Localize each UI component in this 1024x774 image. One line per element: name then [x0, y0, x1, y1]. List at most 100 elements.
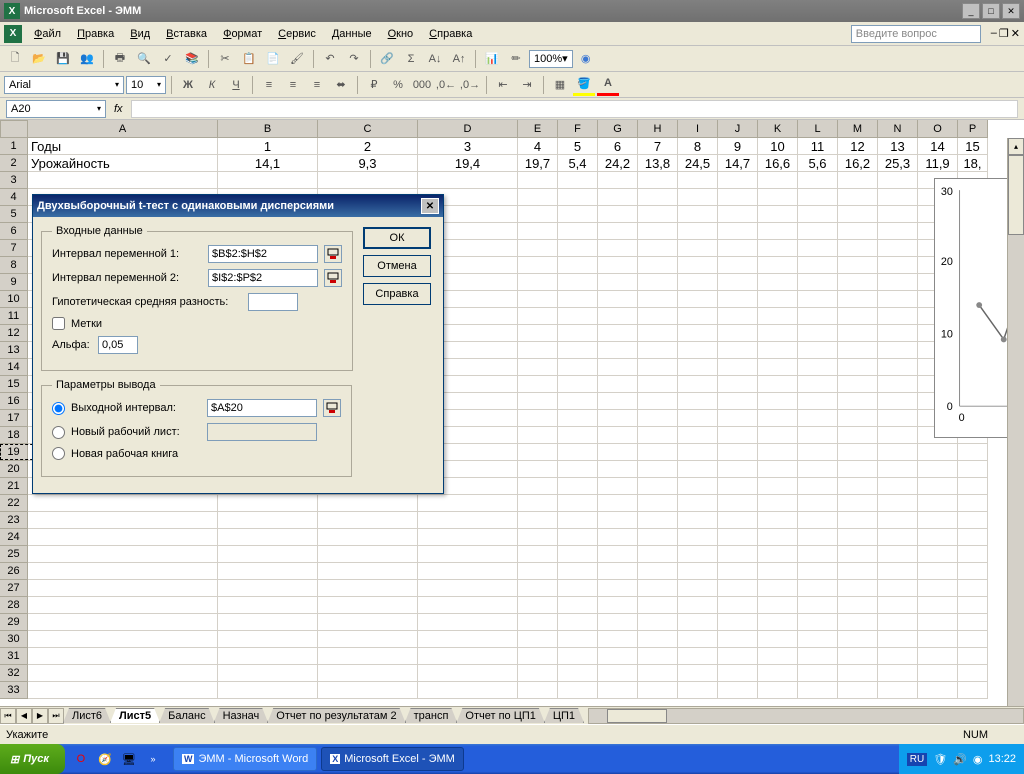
cell-C26[interactable]: [318, 563, 418, 580]
cell-B23[interactable]: [218, 512, 318, 529]
cell-E32[interactable]: [518, 665, 558, 682]
cell-N10[interactable]: [878, 291, 918, 308]
col-header-F[interactable]: F: [558, 120, 598, 138]
cell-I13[interactable]: [678, 342, 718, 359]
cell-J33[interactable]: [718, 682, 758, 699]
currency-icon[interactable]: ₽: [363, 74, 385, 96]
cell-O27[interactable]: [918, 580, 958, 597]
cell-P26[interactable]: [958, 563, 988, 580]
cell-I5[interactable]: [678, 206, 718, 223]
tab-first-icon[interactable]: ⏮: [0, 708, 16, 724]
cell-O20[interactable]: [918, 461, 958, 478]
dialog-close-button[interactable]: ✕: [421, 198, 439, 214]
cell-P19[interactable]: [958, 444, 988, 461]
cell-G21[interactable]: [598, 478, 638, 495]
row-header-32[interactable]: 32: [0, 665, 28, 682]
underline-icon[interactable]: Ч: [225, 74, 247, 96]
cell-J24[interactable]: [718, 529, 758, 546]
cell-I4[interactable]: [678, 189, 718, 206]
cell-G11[interactable]: [598, 308, 638, 325]
tray-shield-icon[interactable]: 🛡: [933, 753, 947, 766]
cell-H9[interactable]: [638, 274, 678, 291]
save-icon[interactable]: 💾: [52, 48, 74, 70]
cell-A24[interactable]: [28, 529, 218, 546]
taskbar-item[interactable]: XMicrosoft Excel - ЭММ: [321, 747, 464, 771]
cell-M24[interactable]: [838, 529, 878, 546]
col-header-O[interactable]: O: [918, 120, 958, 138]
cell-E1[interactable]: 4: [518, 138, 558, 155]
sheet-tab-ЦП1[interactable]: ЦП1: [544, 708, 584, 723]
cell-H7[interactable]: [638, 240, 678, 257]
cell-I6[interactable]: [678, 223, 718, 240]
cell-K6[interactable]: [758, 223, 798, 240]
cell-C32[interactable]: [318, 665, 418, 682]
cell-H26[interactable]: [638, 563, 678, 580]
sort-asc-icon[interactable]: A↓: [424, 48, 446, 70]
row-header-27[interactable]: 27: [0, 580, 28, 597]
cell-D1[interactable]: 3: [418, 138, 518, 155]
cell-H22[interactable]: [638, 495, 678, 512]
cell-N12[interactable]: [878, 325, 918, 342]
cell-B33[interactable]: [218, 682, 318, 699]
cell-H15[interactable]: [638, 376, 678, 393]
cell-I12[interactable]: [678, 325, 718, 342]
mdi-minimize-button[interactable]: –: [991, 27, 997, 40]
cell-O32[interactable]: [918, 665, 958, 682]
cell-P24[interactable]: [958, 529, 988, 546]
cell-I17[interactable]: [678, 410, 718, 427]
cell-D25[interactable]: [418, 546, 518, 563]
sheet-tab-Отчет по результатам 2[interactable]: Отчет по результатам 2: [267, 708, 405, 723]
col-header-L[interactable]: L: [798, 120, 838, 138]
cell-I3[interactable]: [678, 172, 718, 189]
cell-D31[interactable]: [418, 648, 518, 665]
fill-color-icon[interactable]: 🪣: [573, 74, 595, 96]
cell-G30[interactable]: [598, 631, 638, 648]
cell-A29[interactable]: [28, 614, 218, 631]
cell-F31[interactable]: [558, 648, 598, 665]
cell-F6[interactable]: [558, 223, 598, 240]
cell-J16[interactable]: [718, 393, 758, 410]
tab-next-icon[interactable]: ▶: [32, 708, 48, 724]
cell-E28[interactable]: [518, 597, 558, 614]
cell-A28[interactable]: [28, 597, 218, 614]
cell-I19[interactable]: [678, 444, 718, 461]
cell-N3[interactable]: [878, 172, 918, 189]
cell-F15[interactable]: [558, 376, 598, 393]
cell-L6[interactable]: [798, 223, 838, 240]
cell-L20[interactable]: [798, 461, 838, 478]
cell-G29[interactable]: [598, 614, 638, 631]
formula-input[interactable]: [131, 100, 1018, 118]
cell-O24[interactable]: [918, 529, 958, 546]
cell-F27[interactable]: [558, 580, 598, 597]
row-header-18[interactable]: 18: [0, 427, 28, 444]
cell-L13[interactable]: [798, 342, 838, 359]
dec-decimal-icon[interactable]: ,0→: [459, 74, 481, 96]
cell-C31[interactable]: [318, 648, 418, 665]
output-interval-input[interactable]: [207, 399, 317, 417]
cell-N19[interactable]: [878, 444, 918, 461]
cell-K14[interactable]: [758, 359, 798, 376]
cell-I7[interactable]: [678, 240, 718, 257]
cell-J12[interactable]: [718, 325, 758, 342]
cell-K32[interactable]: [758, 665, 798, 682]
cell-K2[interactable]: 16,6: [758, 155, 798, 172]
hyp-diff-input[interactable]: [248, 293, 298, 311]
cell-I31[interactable]: [678, 648, 718, 665]
cell-E13[interactable]: [518, 342, 558, 359]
scroll-up-icon[interactable]: ▴: [1008, 138, 1024, 155]
cell-H4[interactable]: [638, 189, 678, 206]
cell-H18[interactable]: [638, 427, 678, 444]
cell-E19[interactable]: [518, 444, 558, 461]
cell-G18[interactable]: [598, 427, 638, 444]
cell-M3[interactable]: [838, 172, 878, 189]
row-header-15[interactable]: 15: [0, 376, 28, 393]
cell-E29[interactable]: [518, 614, 558, 631]
cell-K5[interactable]: [758, 206, 798, 223]
language-indicator[interactable]: RU: [907, 753, 927, 766]
cell-O33[interactable]: [918, 682, 958, 699]
align-left-icon[interactable]: ≡: [258, 74, 280, 96]
cell-G14[interactable]: [598, 359, 638, 376]
cell-L4[interactable]: [798, 189, 838, 206]
merge-icon[interactable]: ⬌: [330, 74, 352, 96]
cell-L11[interactable]: [798, 308, 838, 325]
